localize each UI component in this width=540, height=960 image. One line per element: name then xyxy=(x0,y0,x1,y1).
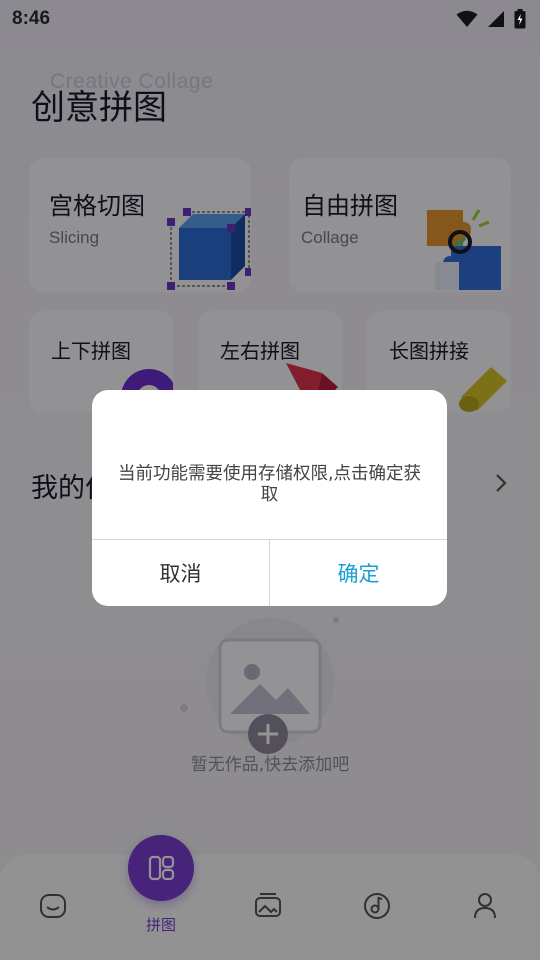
signal-icon xyxy=(488,11,504,27)
confirm-button[interactable]: 确定 xyxy=(270,540,447,606)
battery-charging-icon xyxy=(514,9,526,29)
status-icons xyxy=(456,9,526,29)
dialog-message: 当前功能需要使用存储权限,点击确定获取 xyxy=(117,464,422,505)
wifi-icon xyxy=(456,10,478,27)
cancel-button[interactable]: 取消 xyxy=(92,540,269,606)
status-time: 8:46 xyxy=(12,8,51,29)
permission-dialog: 当前功能需要使用存储权限,点击确定获取 取消 确定 xyxy=(92,390,447,606)
status-bar: 8:46 xyxy=(0,0,540,38)
